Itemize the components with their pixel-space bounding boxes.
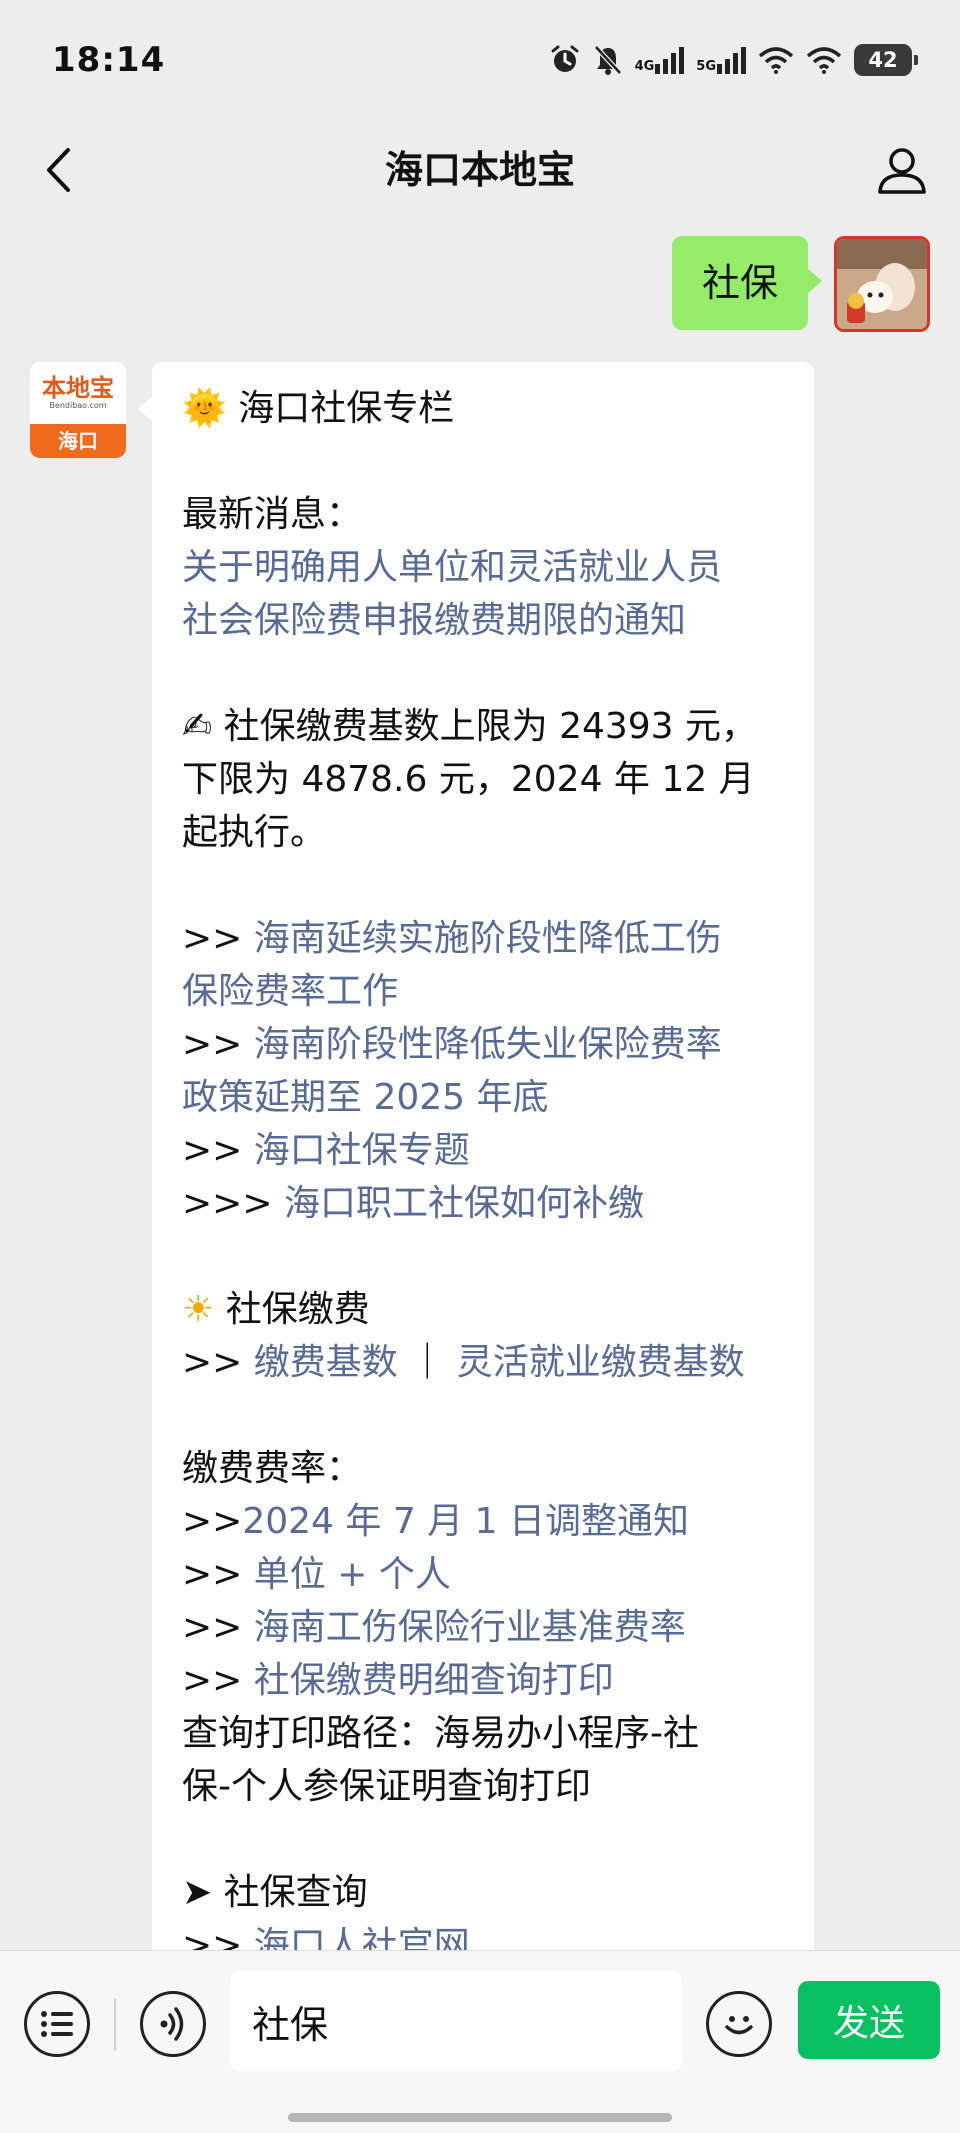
latest-news-link-line-1[interactable]: 关于明确用人单位和灵活就业人员 bbox=[182, 541, 788, 594]
sent-message-bubble[interactable]: 社保 bbox=[671, 236, 823, 330]
bot-avatar[interactable]: 本地宝 Bendibao.com 海口 bbox=[30, 362, 126, 458]
alarm-icon bbox=[551, 45, 579, 72]
latest-news-link-line-2[interactable]: 社会保险费申报缴费期限的通知 bbox=[182, 594, 788, 647]
news-link-unemployment-rate-2[interactable]: 政策延期至 2025 年底 bbox=[182, 1071, 788, 1124]
query-item: >> 海口人社官网 bbox=[182, 1919, 788, 1950]
user-avatar-image bbox=[837, 239, 927, 329]
chat-title: 海口本地宝 bbox=[384, 148, 575, 192]
writing-hand-icon: ✍ bbox=[182, 706, 213, 747]
status-icons: 4G 5G 42 bbox=[549, 44, 918, 76]
battery-icon: 42 bbox=[854, 44, 918, 76]
home-indicator[interactable] bbox=[288, 2113, 672, 2122]
menu-button[interactable] bbox=[24, 1991, 90, 2057]
news-link-injury-rate[interactable]: 海南延续实施阶段性降低工伤 bbox=[254, 918, 722, 959]
rate-item: >> 海南工伤保险行业基准费率 bbox=[182, 1607, 686, 1648]
rate-label: 缴费费率： bbox=[182, 1448, 363, 1489]
latest-news-label: 最新消息： bbox=[182, 494, 363, 535]
news-link-unemployment-rate[interactable]: 海南阶段性降低失业保险费率 bbox=[254, 1024, 722, 1065]
rate-item: >> 社保缴费明细查询打印 bbox=[182, 1660, 614, 1701]
contribution-base-link[interactable]: 缴费基数 bbox=[254, 1342, 398, 1383]
employer-employee-link[interactable]: 单位 + 个人 bbox=[254, 1554, 451, 1595]
payment-links: >> 缴费基数 ｜ 灵活就业缴费基数 bbox=[182, 1342, 745, 1383]
contribution-base-note: ✍ 社保缴费基数上限为 24393 元， bbox=[182, 706, 758, 747]
mute-bell-icon bbox=[593, 45, 622, 75]
user-avatar[interactable] bbox=[834, 236, 930, 332]
voice-icon bbox=[160, 2007, 184, 2041]
voice-button[interactable] bbox=[140, 1991, 206, 2057]
wifi-icon-2 bbox=[806, 47, 842, 74]
bendibao-logo: 本地宝 Bendibao.com bbox=[42, 373, 114, 411]
contribution-base-note-3: 起执行。 bbox=[182, 812, 327, 853]
sent-message-row: 社保 bbox=[671, 236, 930, 332]
rate-adjust-notice-link[interactable]: 2024 年 7 月 1 日调整通知 bbox=[242, 1501, 689, 1542]
news-link-injury-rate-2[interactable]: 保险费率工作 bbox=[182, 965, 788, 1018]
message-input[interactable] bbox=[230, 1971, 682, 2071]
received-message-row: 本地宝 Bendibao.com 海口 🌞 海口社保专栏 最新消息： 关于明确用… bbox=[30, 362, 814, 1950]
profile-button[interactable] bbox=[872, 142, 932, 198]
hrss-official-site-link[interactable]: 海口人社官网 bbox=[254, 1925, 470, 1950]
news-link-back-payment[interactable]: 海口职工社保如何补缴 bbox=[284, 1183, 644, 1224]
sun-icon: ☀ bbox=[182, 1289, 215, 1330]
query-section-header: ➤ 社保查询 bbox=[182, 1872, 368, 1913]
news-item: >> 海口社保专题 bbox=[182, 1130, 470, 1171]
list-menu-icon bbox=[41, 2011, 73, 2037]
smiley-icon bbox=[725, 2016, 753, 2035]
wifi-icon bbox=[758, 47, 794, 74]
reply-header: 🌞 海口社保专栏 bbox=[182, 388, 455, 429]
chat-area[interactable]: 社保 本地宝 Bendibao.com 海口 🌞 海口社保专栏 最新消息： 关于… bbox=[0, 220, 960, 1950]
input-bar: 发送 bbox=[0, 1950, 960, 2133]
signal-4g-icon: 4G bbox=[635, 46, 685, 74]
emoji-button[interactable] bbox=[706, 1991, 772, 2057]
arrow-icon: ➤ bbox=[182, 1872, 213, 1913]
person-icon bbox=[878, 148, 926, 194]
payment-detail-print-link[interactable]: 社保缴费明细查询打印 bbox=[254, 1660, 614, 1701]
print-path-text: 查询打印路径：海易办小程序-社 bbox=[182, 1713, 699, 1754]
print-path-text-2: 保-个人参保证明查询打印 bbox=[182, 1766, 591, 1807]
signal-5g-icon: 5G bbox=[696, 46, 746, 74]
rate-item: >> 单位 + 个人 bbox=[182, 1554, 451, 1595]
news-item: >>> 海口职工社保如何补缴 bbox=[182, 1183, 644, 1224]
nav-bar: 海口本地宝 bbox=[0, 120, 960, 220]
status-time: 18:14 bbox=[52, 40, 166, 80]
news-item: >> 海南阶段性降低失业保险费率 bbox=[182, 1024, 722, 1065]
news-item: >> 海南延续实施阶段性降低工伤 bbox=[182, 918, 722, 959]
payment-section-header: ☀ 社保缴费 bbox=[182, 1289, 370, 1330]
input-divider bbox=[114, 1999, 116, 2051]
flexible-employment-base-link[interactable]: 灵活就业缴费基数 bbox=[457, 1342, 745, 1383]
rate-item: >>2024 年 7 月 1 日调整通知 bbox=[182, 1501, 689, 1542]
received-message-bubble: 🌞 海口社保专栏 最新消息： 关于明确用人单位和灵活就业人员 社会保险费申报缴费… bbox=[138, 362, 814, 1950]
send-button[interactable]: 发送 bbox=[798, 1981, 940, 2059]
news-link-social-security-topic[interactable]: 海口社保专题 bbox=[254, 1130, 470, 1171]
bot-avatar-label: 海口 bbox=[30, 424, 126, 458]
status-bar: 18:14 4G 5G 42 bbox=[0, 0, 960, 120]
injury-benchmark-rate-link[interactable]: 海南工伤保险行业基准费率 bbox=[254, 1607, 686, 1648]
contribution-base-note-2: 下限为 4878.6 元，2024 年 12 月 bbox=[182, 759, 755, 800]
sun-emoji-icon: 🌞 bbox=[182, 388, 227, 429]
